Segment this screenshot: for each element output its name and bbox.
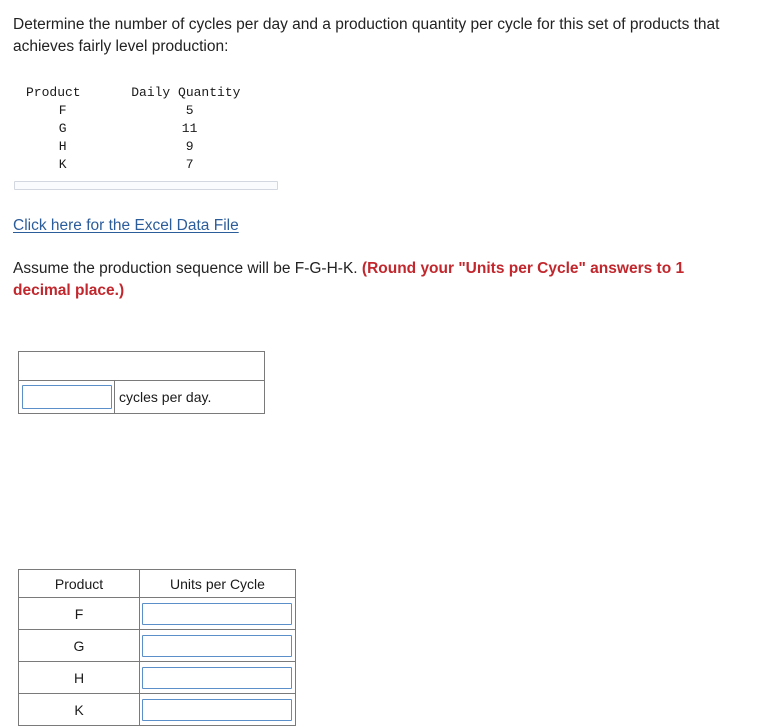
units-cell-product: F [18, 597, 140, 630]
units-per-cycle-table: Product Units per Cycle F G H K [18, 569, 296, 726]
units-cell-product: H [18, 661, 140, 694]
table-row: K [18, 693, 296, 726]
table-header-row: Product Daily Quantity [14, 84, 262, 102]
cycles-header-cell [18, 351, 265, 381]
cycles-per-day-input[interactable] [22, 385, 112, 409]
cell-product: H [58, 139, 67, 154]
cell-daily-quantity: 7 [185, 157, 194, 172]
table-row: G 11 [14, 120, 262, 138]
units-input-cell [139, 597, 296, 630]
cycles-answer-row: cycles per day. [18, 380, 265, 414]
cell-product: F [58, 103, 67, 118]
table-row: F 5 [14, 102, 262, 120]
excel-data-file-link[interactable]: Click here for the Excel Data File [13, 215, 239, 237]
units-cell-product: K [18, 693, 140, 726]
units-input-cell [139, 629, 296, 662]
column-header-product: Product [26, 85, 81, 100]
assumption-lead: Assume the production sequence will be F… [13, 260, 362, 277]
daily-quantity-table: Product Daily Quantity F 5 G 11 H 9 K 7 [14, 84, 262, 174]
table-row: G [18, 629, 296, 662]
cell-daily-quantity: 9 [185, 139, 194, 154]
units-cell-product: G [18, 629, 140, 662]
table-row: H [18, 661, 296, 694]
table-row: H 9 [14, 138, 262, 156]
cycles-per-day-table: cycles per day. [18, 351, 265, 414]
cycles-input-cell [18, 380, 115, 414]
units-input-cell [139, 661, 296, 694]
cell-product: K [58, 157, 67, 172]
cycles-per-day-label: cycles per day. [114, 380, 265, 414]
units-per-cycle-input-g[interactable] [142, 634, 292, 657]
cycles-header-row [18, 351, 265, 381]
table-row: F [18, 597, 296, 630]
units-header-row: Product Units per Cycle [18, 569, 296, 598]
units-per-cycle-input-h[interactable] [142, 666, 292, 689]
column-header-daily-quantity: Daily Quantity [131, 85, 241, 100]
units-per-cycle-input-f[interactable] [142, 602, 292, 625]
question-prompt: Determine the number of cycles per day a… [13, 16, 720, 55]
units-per-cycle-input-k[interactable] [142, 698, 292, 721]
daily-quantity-data-region: Product Daily Quantity F 5 G 11 H 9 K 7 [14, 84, 280, 174]
cell-product: G [58, 121, 67, 136]
units-column-header-units-per-cycle: Units per Cycle [139, 569, 296, 598]
units-input-cell [139, 693, 296, 726]
assumption-text: Assume the production sequence will be F… [13, 258, 725, 302]
horizontal-scrollbar[interactable] [14, 181, 278, 190]
units-column-header-product: Product [18, 569, 140, 598]
cell-daily-quantity: 5 [185, 103, 194, 118]
scrollbar-thumb[interactable] [15, 182, 277, 189]
cell-daily-quantity: 11 [181, 121, 198, 136]
table-row: K 7 [14, 156, 262, 174]
